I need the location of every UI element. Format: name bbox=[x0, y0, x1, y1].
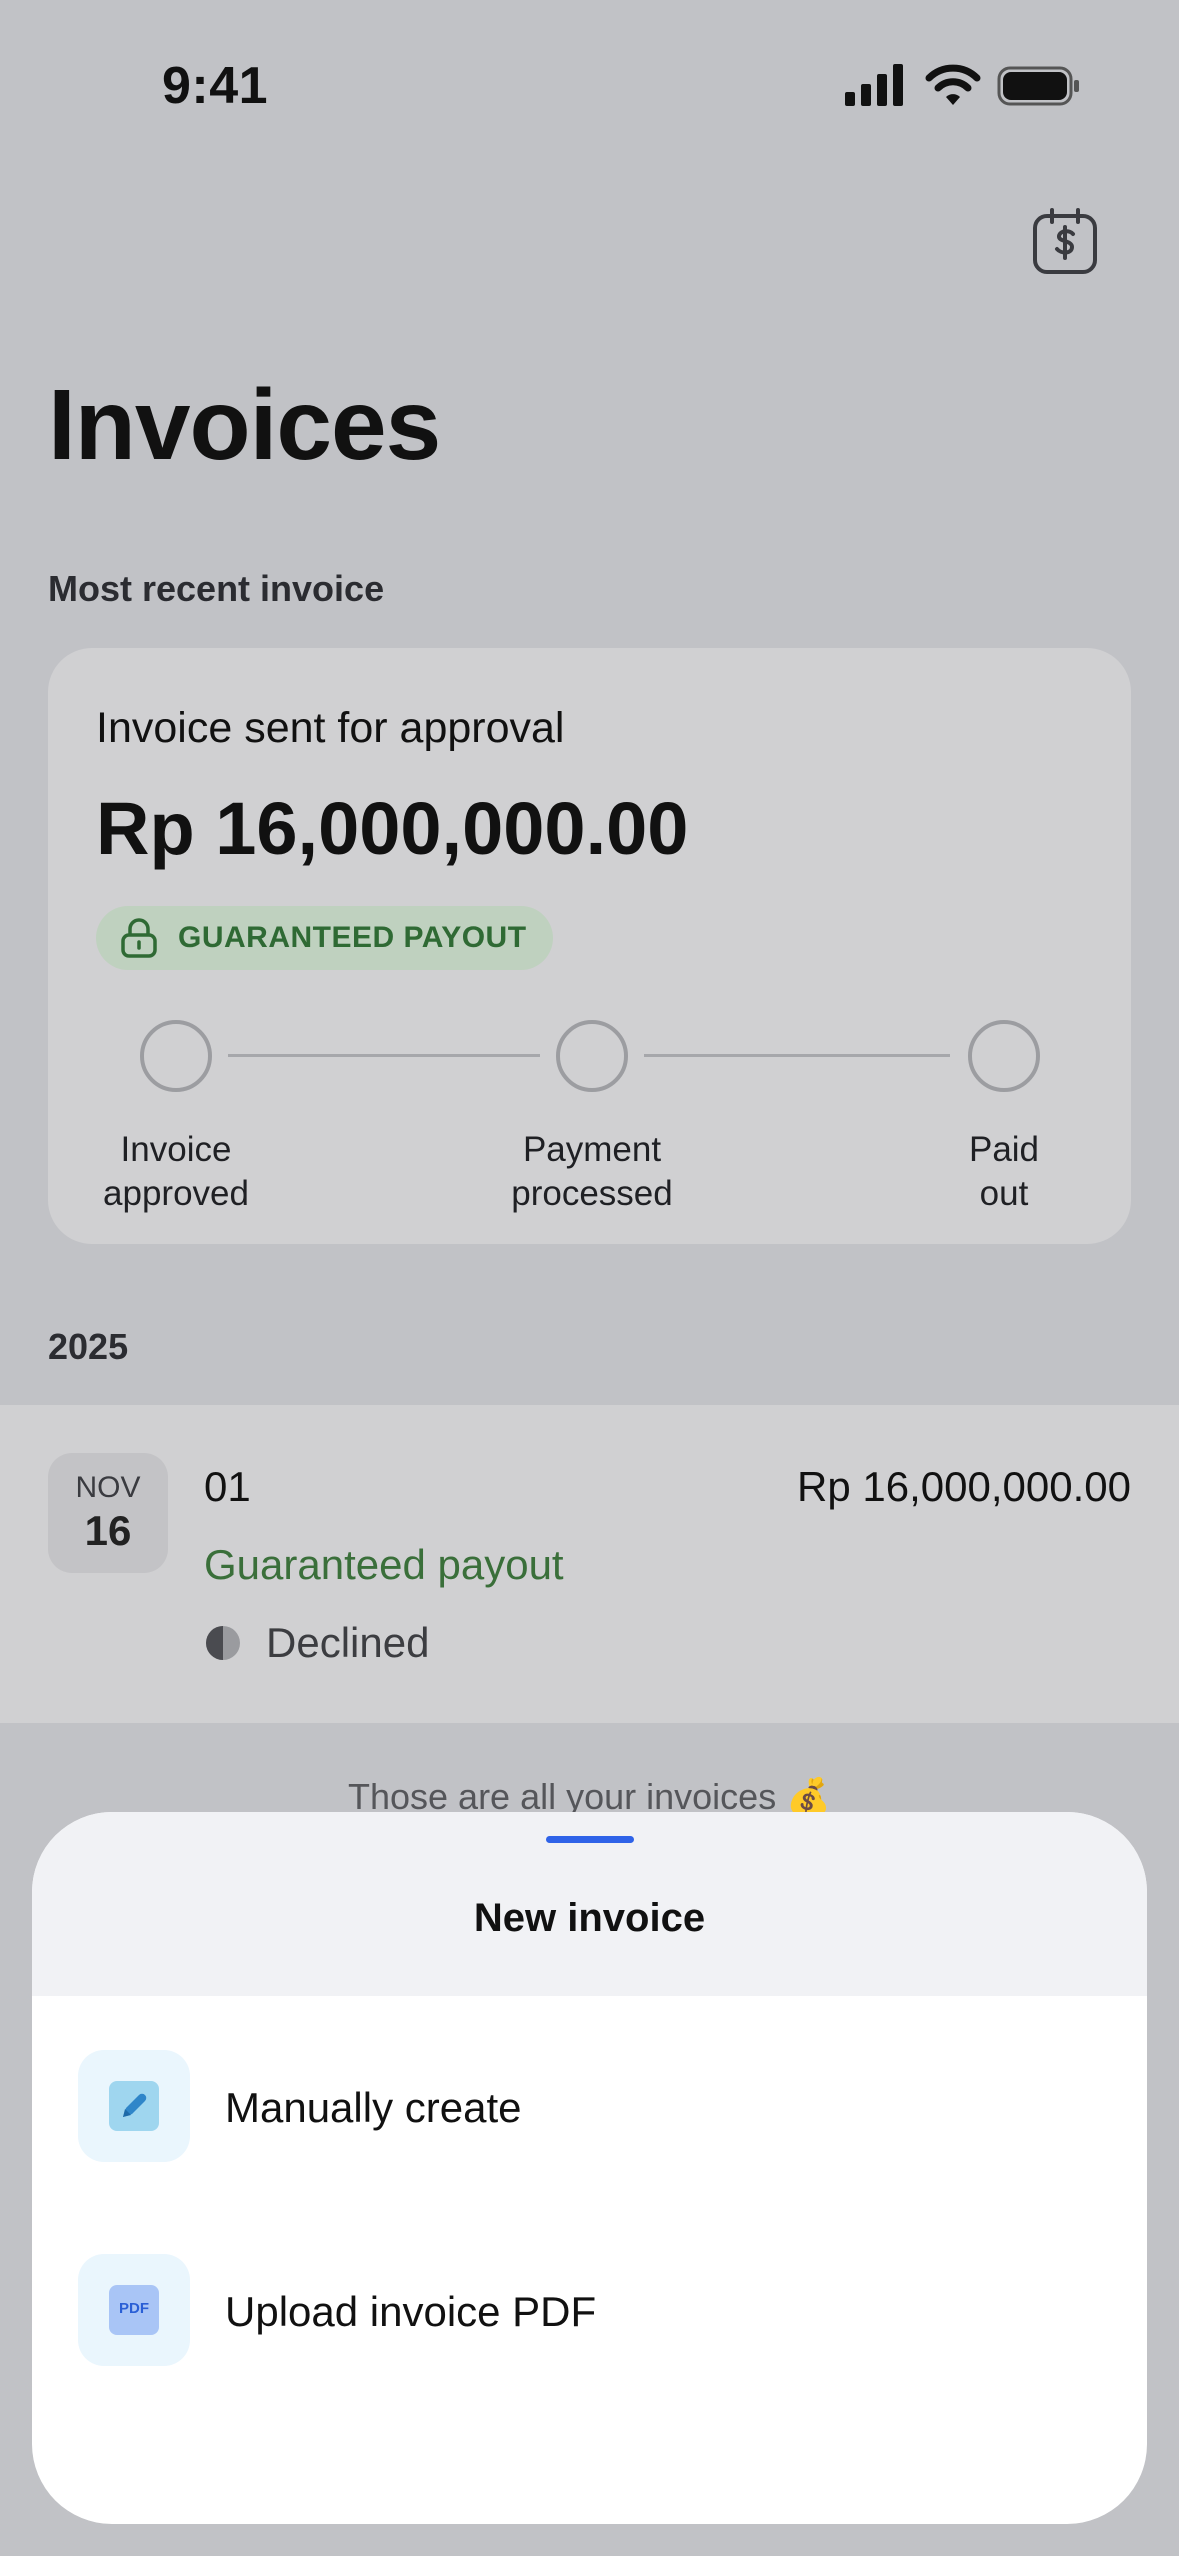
battery-icon bbox=[997, 66, 1079, 106]
calendar-dollar-icon[interactable] bbox=[1030, 206, 1100, 276]
cellular-signal-icon bbox=[845, 64, 903, 106]
step-circle-approved bbox=[140, 1020, 212, 1092]
date-day: 16 bbox=[84, 1507, 132, 1554]
invoice-number: 01 bbox=[204, 1463, 251, 1510]
half-circle-status-icon bbox=[206, 1626, 240, 1660]
recent-invoice-card[interactable]: Invoice sent for approval Rp 16,000,000.… bbox=[48, 648, 1131, 1244]
guaranteed-payout-badge: GUARANTEED PAYOUT bbox=[96, 906, 553, 970]
step-circle-processed bbox=[556, 1020, 628, 1092]
upload-pdf-option[interactable]: PDF Upload invoice PDF bbox=[32, 2238, 1147, 2378]
step-circle-paid bbox=[968, 1020, 1040, 1092]
wifi-icon bbox=[925, 64, 981, 105]
status-time: 9:41 bbox=[162, 57, 269, 115]
date-month: NOV bbox=[75, 1471, 141, 1504]
step-label-paid: Paid out bbox=[968, 1130, 1040, 1213]
upload-pdf-label: Upload invoice PDF bbox=[225, 2288, 597, 2335]
step-label-processed: Payment processed bbox=[511, 1130, 673, 1213]
sheet-header: New invoice bbox=[32, 1812, 1147, 1996]
pencil-icon bbox=[123, 2093, 147, 2117]
invoice-type: Guaranteed payout bbox=[204, 1541, 564, 1588]
pdf-icon: PDF bbox=[109, 2285, 159, 2335]
lock-icon bbox=[121, 918, 157, 958]
year-heading: 2025 bbox=[48, 1326, 129, 1367]
step-label-approved: Invoice approved bbox=[103, 1130, 249, 1213]
step-connector bbox=[644, 1054, 950, 1057]
invoice-status: Declined bbox=[204, 1619, 429, 1667]
sheet-title: New invoice bbox=[473, 1896, 706, 1940]
pdf-icon-text: PDF bbox=[119, 2300, 149, 2317]
screen: 9:41 Invoices Most recent invoice Invoic… bbox=[0, 0, 1179, 2556]
pencil-icon-container bbox=[78, 2050, 190, 2162]
section-label-recent: Most recent invoice bbox=[48, 568, 385, 609]
invoice-row-amount: Rp 16,000,000.00 bbox=[797, 1463, 1131, 1510]
page-title: Invoices bbox=[48, 369, 441, 481]
pdf-icon-container: PDF bbox=[78, 2254, 190, 2366]
invoice-list-item[interactable]: NOV 16 01 Rp 16,000,000.00 Guaranteed pa… bbox=[0, 1405, 1179, 1723]
new-invoice-sheet: New invoice Manually create PDF Upload i… bbox=[32, 1812, 1147, 2524]
status-label: Declined bbox=[266, 1619, 430, 1666]
date-badge: NOV 16 bbox=[48, 1453, 168, 1573]
invoice-amount: Rp 16,000,000.00 bbox=[96, 787, 689, 870]
step-connector bbox=[228, 1054, 540, 1057]
badge-label: GUARANTEED PAYOUT bbox=[178, 921, 527, 954]
manually-create-option[interactable]: Manually create bbox=[32, 2034, 1147, 2174]
manually-create-label: Manually create bbox=[225, 2084, 522, 2131]
progress-steps: Invoice approved Payment processed Paid … bbox=[48, 1020, 1131, 1220]
invoice-status-text: Invoice sent for approval bbox=[96, 704, 565, 752]
sheet-grabber[interactable] bbox=[546, 1836, 634, 1843]
